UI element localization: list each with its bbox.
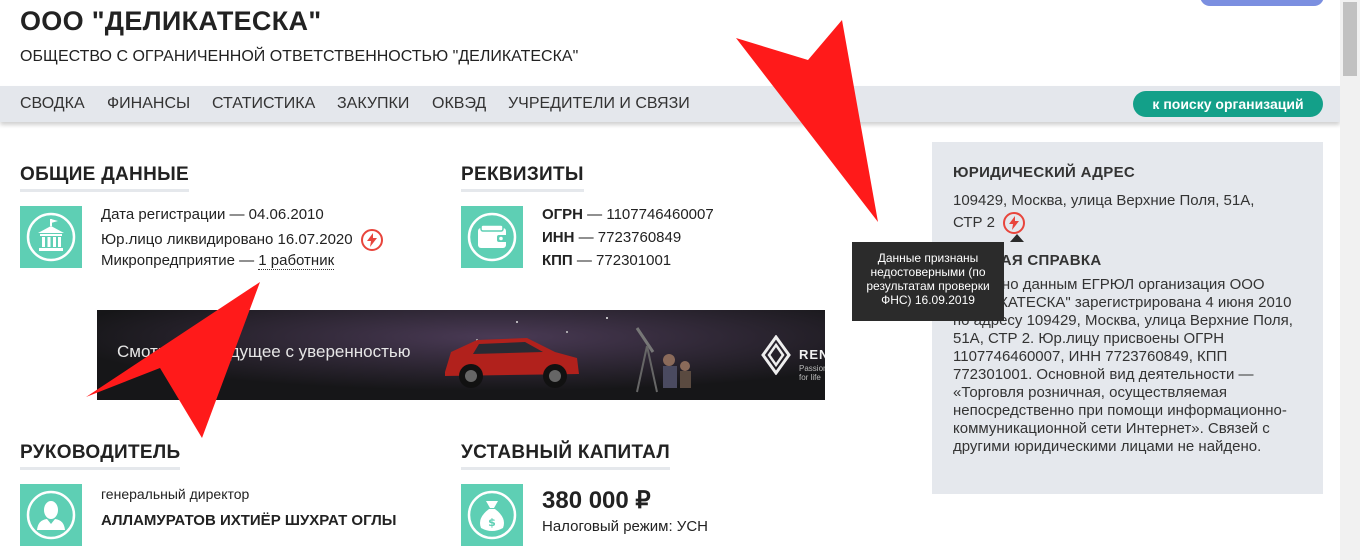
nav-item-statistics[interactable]: СТАТИСТИКА	[212, 95, 315, 113]
ogrn-label: ОГРН	[542, 206, 584, 223]
nav-item-finance[interactable]: ФИНАНСЫ	[107, 95, 190, 113]
nav-item-purchases[interactable]: ЗАКУПКИ	[337, 95, 409, 113]
legal-address-heading: ЮРИДИЧЕСКИЙ АДРЕС	[953, 164, 1136, 181]
legal-address-line2: СТР 2	[953, 212, 1026, 234]
section-navbar: СВОДКА ФИНАНСЫ СТАТИСТИКА ЗАКУПКИ ОКВЭД …	[0, 86, 1340, 122]
summary-text: Согласно данным ЕГРЮЛ организация ООО "Д…	[953, 276, 1293, 455]
warning-bolt-icon[interactable]	[360, 229, 383, 251]
address-warning-bolt-icon[interactable]	[1003, 212, 1026, 234]
capital-amount: 380 000 ₽	[542, 487, 651, 514]
inn-value: — 7723760849	[574, 229, 682, 246]
tax-regime: Налоговый режим: УСН	[542, 518, 708, 535]
inn-line: ИНН — 7723760849	[542, 229, 681, 246]
unreliable-data-tooltip: Данные признаны недостоверными (по резул…	[852, 234, 1024, 321]
person-icon	[20, 484, 82, 546]
capital-heading: УСТАВНЫЙ КАПИТАЛ	[461, 442, 671, 470]
director-position: генеральный директор	[101, 486, 250, 502]
inn-label: ИНН	[542, 229, 575, 246]
general-data-heading: ОБЩИЕ ДАННЫЕ	[20, 164, 189, 192]
wallet-icon	[461, 206, 523, 268]
registration-date: Дата регистрации — 04.06.2010	[101, 206, 324, 223]
building-icon	[20, 206, 82, 268]
svg-text:$: $	[488, 516, 496, 529]
search-organizations-button[interactable]: к поиску организаций	[1133, 91, 1323, 117]
ogrn-value: — 1107746460007	[583, 206, 714, 223]
nav-item-okved[interactable]: ОКВЭД	[432, 95, 486, 113]
scrollbar-thumb[interactable]	[1343, 2, 1357, 76]
company-title: ООО "ДЕЛИКАТЕСКА"	[20, 6, 322, 36]
car-image	[445, 338, 579, 388]
renault-logo-icon	[761, 335, 791, 375]
people-telescope-image	[635, 327, 691, 393]
micro-enterprise-label: Микропредприятие —	[101, 252, 259, 269]
director-name[interactable]: АЛЛАМУРАТОВ ИХТИЁР ШУХРАТ ОГЛЫ	[101, 512, 396, 529]
kpp-label: КПП	[542, 252, 573, 269]
top-action-button[interactable]	[1200, 0, 1324, 6]
requisites-heading: РЕКВИЗИТЫ	[461, 164, 584, 192]
banner-slogan: Смотрите в будущее с уверенностью	[117, 342, 411, 361]
company-full-name: ОБЩЕСТВО С ОГРАНИЧЕННОЙ ОТВЕТСТВЕННОСТЬЮ…	[20, 48, 579, 65]
kpp-line: КПП — 772301001	[542, 252, 671, 269]
micro-enterprise: Микропредприятие — 1 работник	[101, 252, 335, 270]
renault-brand: RENAULT	[799, 347, 825, 362]
legal-address-line1: 109429, Москва, улица Верхние Поля, 51А,	[953, 192, 1255, 209]
page-scrollbar[interactable]	[1340, 0, 1360, 560]
nav-item-summary[interactable]: СВОДКА	[20, 95, 85, 113]
kpp-value: — 772301001	[572, 252, 672, 269]
director-heading: РУКОВОДИТЕЛЬ	[20, 442, 181, 470]
ogrn-line: ОГРН — 1107746460007	[542, 206, 714, 223]
renault-ad-banner[interactable]: Смотрите в будущее с уверенностью RENAUL…	[97, 310, 825, 400]
company-page: ООО "ДЕЛИКАТЕСКА" ОБЩЕСТВО С ОГРАНИЧЕННО…	[0, 0, 1340, 560]
liquidation-text: Юр.лицо ликвидировано 16.07.2020	[101, 230, 353, 248]
renault-tagline: Passion for life	[799, 364, 825, 382]
liquidation-status: Юр.лицо ликвидировано 16.07.2020	[101, 229, 383, 251]
nav-item-founders[interactable]: УЧРЕДИТЕЛИ И СВЯЗИ	[508, 95, 690, 113]
money-bag-icon: $	[461, 484, 523, 546]
workers-count-link[interactable]: 1 работник	[258, 252, 335, 270]
legal-address-line2-text: СТР 2	[953, 213, 996, 231]
